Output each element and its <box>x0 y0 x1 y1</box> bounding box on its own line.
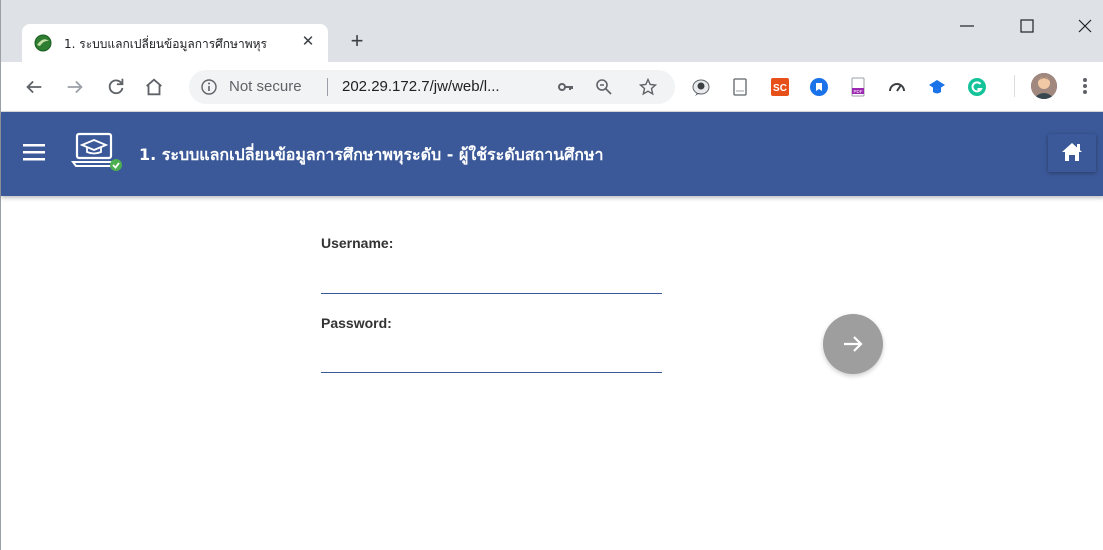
toolbar-divider <box>1014 75 1015 97</box>
speed-icon[interactable] <box>887 77 907 97</box>
minimize-icon[interactable] <box>955 14 979 38</box>
tab-strip: 1. ระบบแลกเปลี่ยนข้อมูลการศึกษาพหุร ✕ + <box>1 0 1103 62</box>
site-favicon-icon <box>34 34 52 52</box>
pdf-extension-icon[interactable]: PDF <box>848 77 868 97</box>
tab-close-icon[interactable]: ✕ <box>298 32 318 52</box>
forward-icon[interactable] <box>64 76 86 98</box>
home-icon <box>1062 143 1082 161</box>
username-input[interactable] <box>321 264 662 294</box>
tab-active[interactable]: 1. ระบบแลกเปลี่ยนข้อมูลการศึกษาพหุร ✕ <box>22 24 328 62</box>
omnibox-divider <box>327 78 328 96</box>
info-icon[interactable] <box>201 79 217 95</box>
tab-title: 1. ระบบแลกเปลี่ยนข้อมูลการศึกษาพหุร <box>64 37 267 51</box>
home-button[interactable] <box>1048 134 1096 172</box>
reload-icon[interactable] <box>105 76 127 98</box>
grammarly-icon[interactable] <box>967 77 987 97</box>
new-tab-button[interactable]: + <box>346 30 368 52</box>
app-header: 1. ระบบแลกเปลี่ยนข้อมูลการศึกษาพหุระดับ … <box>1 112 1103 196</box>
close-window-icon[interactable] <box>1073 14 1097 38</box>
profile-avatar-icon <box>1031 73 1057 99</box>
username-label: Username: <box>321 235 394 251</box>
profile-avatar[interactable] <box>1031 73 1057 99</box>
menu-icon[interactable] <box>23 143 45 161</box>
laptop-graduation-icon <box>71 132 122 171</box>
home-browser-icon[interactable] <box>143 76 165 98</box>
address-bar[interactable]: Not secure 202.29.172.7/jw/web/l... <box>189 70 675 104</box>
zoom-icon[interactable] <box>595 78 613 96</box>
shield-extension-icon[interactable] <box>809 77 829 97</box>
maximize-icon[interactable] <box>1015 14 1039 38</box>
url-text[interactable]: 202.29.172.7/jw/web/l... <box>342 78 500 95</box>
app-title: 1. ระบบแลกเปลี่ยนข้อมูลการศึกษาพหุระดับ … <box>139 145 604 164</box>
login-submit-button[interactable] <box>823 314 883 374</box>
arrow-right-icon <box>844 336 863 352</box>
key-icon[interactable] <box>557 78 575 96</box>
cap-extension-icon[interactable] <box>927 77 947 97</box>
bookmark-star-icon[interactable] <box>639 78 657 96</box>
page-icon[interactable] <box>730 77 750 97</box>
password-input[interactable] <box>321 343 662 373</box>
back-icon[interactable] <box>23 76 45 98</box>
svg-text:PDF: PDF <box>854 89 863 94</box>
browser-window: 1. ระบบแลกเปลี่ยนข้อมูลการศึกษาพหุร ✕ + … <box>0 0 1103 550</box>
security-status: Not secure <box>229 78 302 95</box>
password-label: Password: <box>321 315 392 331</box>
sc-extension-icon[interactable]: SC <box>770 77 790 97</box>
reading-icon[interactable] <box>691 77 711 97</box>
browser-menu-icon[interactable] <box>1079 75 1091 97</box>
svg-text:SC: SC <box>773 83 787 94</box>
